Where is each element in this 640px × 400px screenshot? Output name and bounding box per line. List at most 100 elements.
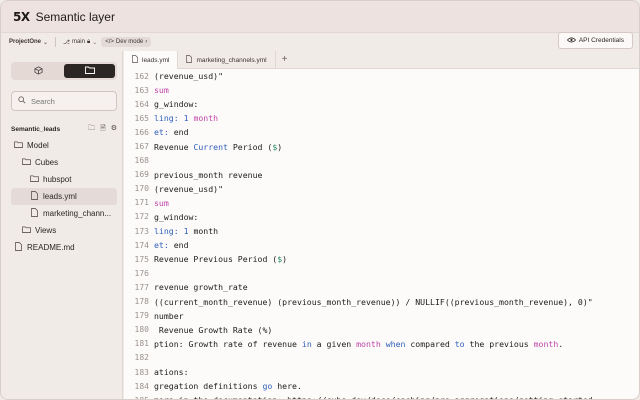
line-number: 162 [134, 71, 149, 81]
new-file-icon[interactable]: 🗎︎ [100, 124, 106, 135]
code-token: Revenue Growth Rate (%) [154, 324, 273, 335]
api-credentials-button[interactable]: API Credentials [557, 32, 633, 49]
code-token: month [188, 226, 219, 237]
code-token: previous_month revenue [154, 169, 263, 180]
code-token: sum [154, 197, 169, 208]
code-token: (revenue_usd)" [154, 183, 224, 194]
line-number: 169 [134, 170, 149, 180]
code-token: Revenue [154, 141, 194, 152]
code-line: 173 ling: 1 month [124, 224, 639, 238]
line-text: more in the documentation: https://cube.… [154, 395, 593, 399]
line-number: 185 [124, 396, 154, 399]
line-text: number [154, 311, 184, 321]
code-line: 174 et: end [124, 238, 639, 252]
code-token: ption: Growth rate of revenue [154, 338, 302, 349]
line-number: 177 [134, 282, 149, 292]
code-token: gregation definitions [154, 381, 263, 392]
editor-tabs: leads.yml marketing_channels.yml + [124, 51, 639, 69]
code-token: to [454, 338, 465, 349]
toolbar: ProjectOne ⌄ ⎇ main 🔒︎ ⌄ </> Dev mode › [1, 33, 639, 51]
code-token: when [385, 338, 406, 349]
file-icon [186, 55, 193, 65]
code-line: 179 number [124, 309, 639, 323]
folder-icon [22, 226, 31, 235]
branch-selector[interactable]: ⎇ main 🔒︎ ⌄ [63, 39, 97, 46]
line-number: 163 [134, 85, 149, 95]
tree-item-label: Views [35, 226, 57, 235]
line-text: (revenue_usd)" [154, 184, 223, 194]
line-number: 172 [134, 212, 149, 222]
code-token: ) [277, 141, 283, 152]
search-box[interactable] [11, 91, 117, 111]
line-number: 166 [134, 127, 149, 137]
code-line: 165 ling: 1 month [124, 111, 639, 125]
folder-icon [30, 175, 39, 184]
line-number: 178 [134, 297, 149, 307]
code-token: compared [405, 338, 455, 349]
code-token: Current [193, 141, 228, 152]
code-token: et: [154, 127, 169, 138]
code-token: g_window: [154, 211, 199, 222]
code-line: 167 Revenue Current Period ($) [124, 139, 639, 153]
tree-item[interactable]: marketing_chann... [11, 205, 117, 222]
add-tab-icon[interactable]: + [276, 51, 294, 68]
settings-icon[interactable]: ⚙︎ [111, 124, 117, 135]
line-number: 175 [134, 254, 149, 264]
folder-icon [84, 66, 95, 76]
code-token: end [168, 127, 189, 138]
dev-mode-label: Dev mode [115, 39, 144, 45]
code-line: 172 g_window: [124, 210, 639, 224]
line-text: gregation definitions go here. [154, 381, 302, 391]
editor-tab[interactable]: leads.yml [124, 51, 179, 69]
tree-item[interactable]: hubspot [11, 171, 117, 188]
files-view-button[interactable] [64, 64, 115, 78]
sidebar: Semantic_leads 🗀︎ 🗎︎ ⚙︎ Model Cubes hubspo… [1, 51, 123, 399]
line-number: 165 [134, 113, 149, 123]
code-token: a given [311, 338, 357, 349]
line-text: et: end [154, 240, 189, 250]
code-token: end [168, 240, 189, 251]
branch-icon: ⎇ [63, 39, 70, 46]
code-line: 162 (revenue_usd)" [124, 69, 639, 83]
code-token: ling: [154, 226, 184, 237]
tree-item[interactable]: Views [11, 222, 117, 239]
code-line: 180 Revenue Growth Rate (%) [124, 323, 639, 337]
line-text: previous_month revenue [154, 170, 262, 180]
api-credentials-label: API Credentials [578, 37, 624, 44]
tree-item[interactable]: Model [11, 137, 117, 154]
line-text: (revenue_usd)" [154, 71, 223, 81]
chevron-down-icon: ⌄ [43, 39, 49, 46]
line-text: Revenue Previous Period ($) [154, 254, 287, 264]
cube-icon [34, 65, 43, 77]
code-token: ations: [154, 367, 189, 378]
search-input[interactable] [31, 96, 111, 106]
code-line: 184 gregation definitions go here. [124, 379, 639, 393]
line-text: ling: 1 month [154, 226, 218, 236]
cube-view-button[interactable] [13, 64, 64, 78]
new-folder-icon[interactable]: 🗀︎ [88, 124, 95, 135]
app-window: 5X Semantic layer ProjectOne ⌄ ⎇ main 🔒︎… [0, 0, 640, 400]
code-token: go [262, 381, 273, 392]
line-text: g_window: [154, 99, 198, 109]
line-text: sum [154, 85, 169, 95]
project-selector[interactable]: ProjectOne ⌄ [9, 39, 48, 46]
code-line: 176 [124, 266, 639, 280]
tree-item[interactable]: leads.yml [11, 188, 117, 205]
editor-tab[interactable]: marketing_channels.yml [178, 51, 276, 69]
code-token: month [356, 338, 381, 349]
code-token: month [533, 338, 559, 349]
line-number: 184 [134, 381, 149, 391]
file-icon [14, 242, 23, 253]
code-editor[interactable]: 162 (revenue_usd)" 163 sum 164 g_window: 165 li… [124, 69, 639, 399]
dev-mode-badge[interactable]: </> Dev mode › [101, 37, 152, 47]
code-line: 168 [124, 154, 639, 168]
code-icon: </> [105, 39, 114, 45]
line-number: 164 [134, 99, 149, 109]
tree-item[interactable]: README.md [11, 239, 117, 256]
line-number: 170 [134, 184, 149, 194]
file-icon [30, 208, 39, 219]
code-token: ((current_month_revenue) (previous_month… [154, 296, 593, 307]
tree-item-label: README.md [27, 243, 75, 252]
tree-item[interactable]: Cubes [11, 154, 117, 171]
line-number: 167 [134, 142, 149, 152]
